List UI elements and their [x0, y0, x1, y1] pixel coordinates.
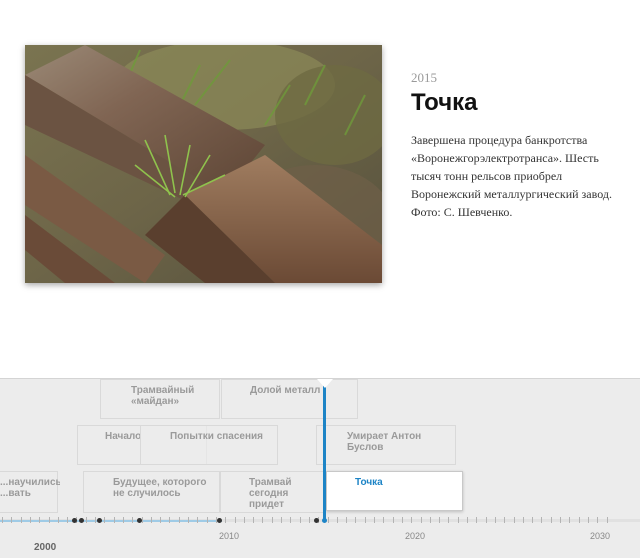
event-dot-active[interactable]	[322, 518, 327, 523]
event-slide: 2015 Точка Завершена процедура банкротст…	[0, 0, 640, 378]
axis-tick	[476, 517, 478, 523]
axis-tick	[85, 517, 87, 523]
axis-tick	[457, 517, 459, 523]
axis-tick	[178, 517, 180, 523]
axis-tick	[485, 517, 487, 523]
event-year: 2015	[411, 70, 437, 85]
axis-tick	[346, 517, 348, 523]
timeline-axis[interactable]: 2010 2020 2030 2000	[0, 517, 640, 558]
timeline-event-tram-maidan[interactable]: Трамвайный «майдан»	[100, 379, 220, 419]
tick-label-2030: 2030	[590, 531, 611, 541]
axis-tick	[132, 517, 134, 523]
event-dot[interactable]	[79, 518, 84, 523]
axis-tick	[522, 517, 524, 523]
event-info: 2015 Точка Завершена процедура банкротст…	[411, 70, 621, 221]
axis-tick	[113, 517, 115, 523]
axis-tick	[569, 517, 571, 523]
timeline-event-rescue-attempts[interactable]: Попытки спасения	[140, 425, 278, 465]
axis-tick	[541, 517, 543, 523]
axis-tick	[560, 517, 561, 523]
timeline-event-anton-buslov[interactable]: Умирает Антон Буслов	[316, 425, 456, 465]
axis-tick	[364, 517, 366, 523]
timeline-event-point[interactable]: Точка	[326, 471, 463, 511]
axis-tick	[271, 517, 273, 523]
axis-tick	[20, 517, 22, 523]
axis-tick	[29, 517, 31, 523]
axis-tick	[104, 517, 106, 523]
timeline[interactable]: Трамвайный «майдан» Долой металл Начало …	[0, 378, 640, 558]
axis-tick	[281, 517, 282, 523]
axis-tick	[597, 517, 599, 523]
event-dot[interactable]	[314, 518, 319, 523]
axis-tick	[39, 517, 41, 523]
axis-tick	[2, 517, 3, 523]
axis-tick	[513, 517, 515, 523]
axis-tick	[392, 517, 394, 523]
current-marker-arrow	[317, 379, 333, 388]
axis-tick	[336, 517, 338, 523]
axis-tick	[48, 517, 50, 523]
axis-tick	[150, 517, 152, 523]
axis-tick	[401, 517, 403, 523]
axis-tick	[290, 517, 292, 523]
tick-label-2010: 2010	[219, 531, 240, 541]
tick-label-2020: 2020	[405, 531, 426, 541]
axis-tick	[225, 517, 227, 523]
event-photo	[25, 45, 382, 283]
axis-tick	[578, 517, 580, 523]
axis-tick	[299, 517, 301, 523]
axis-tick	[234, 517, 236, 523]
axis-tick	[327, 517, 329, 523]
timeline-event-learned[interactable]: ...научились ...вать	[0, 471, 60, 513]
axis-tick	[253, 517, 255, 523]
timeline-event-future[interactable]: Будущее, которого не случилось	[83, 471, 220, 513]
axis-tick	[439, 517, 441, 523]
axis-tick	[448, 517, 450, 523]
event-dot[interactable]	[217, 518, 222, 523]
axis-tick	[504, 517, 506, 523]
event-dot[interactable]	[137, 518, 142, 523]
axis-tick	[420, 517, 422, 523]
event-title: Точка	[411, 89, 478, 116]
axis-tick	[411, 517, 413, 523]
axis-tick	[494, 517, 496, 523]
axis-tick	[374, 517, 375, 523]
event-dot[interactable]	[97, 518, 102, 523]
axis-tick	[467, 517, 468, 523]
axis-tick	[160, 517, 162, 523]
axis-tick	[587, 517, 589, 523]
axis-tick	[57, 517, 59, 523]
axis-tick	[122, 517, 124, 523]
timeline-event-tram-today[interactable]: Трамвай сегодня придет	[220, 471, 325, 513]
current-marker	[323, 379, 326, 521]
axis-tick	[355, 517, 357, 523]
major-label-2000: 2000	[34, 542, 57, 553]
axis-tick	[206, 517, 208, 523]
axis-tick	[532, 517, 534, 523]
axis-tick	[550, 517, 552, 523]
timeline-event-down-with-metal[interactable]: Долой металл	[221, 379, 358, 419]
axis-tick	[262, 517, 264, 523]
axis-tick	[606, 517, 608, 523]
axis-tick	[11, 517, 13, 523]
event-dot[interactable]	[72, 518, 77, 523]
axis-tick	[169, 517, 171, 523]
event-description: Завершена процедура банкротства «Воронеж…	[411, 133, 612, 219]
axis-tick	[197, 517, 199, 523]
axis-tick	[188, 517, 189, 523]
axis-tick	[243, 517, 245, 523]
axis-tick	[383, 517, 385, 523]
axis-tick	[308, 517, 310, 523]
axis-tick	[67, 517, 69, 523]
axis-tick	[95, 517, 96, 523]
axis-tick	[429, 517, 431, 523]
